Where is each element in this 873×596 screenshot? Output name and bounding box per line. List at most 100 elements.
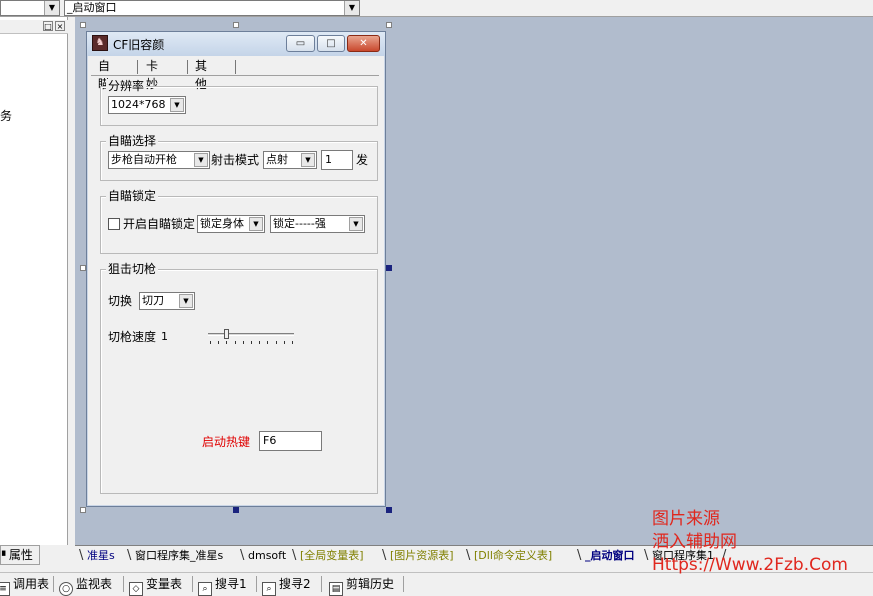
class-combo[interactable]: ▼: [0, 0, 60, 16]
form-window[interactable]: ♞ CF旧容颜 ▭ □ ✕ 自瞄 卡妙 其他 分辨率 1024*768 ▼ 自瞄…: [86, 31, 386, 507]
weapon-select[interactable]: 步枪自动开枪 ▼: [108, 151, 210, 169]
close-icon[interactable]: ×: [55, 21, 65, 31]
search2-label: 搜寻2: [279, 577, 311, 591]
call-table-icon: ≡: [0, 582, 10, 596]
resize-handle[interactable]: [80, 507, 86, 513]
tab-separator: \: [382, 548, 387, 563]
file-tab[interactable]: [图片资源表]: [390, 548, 454, 565]
resize-handle[interactable]: [386, 265, 392, 271]
resolution-group-label: 分辨率: [106, 79, 147, 93]
lock-strength-select[interactable]: 锁定-----强 ▼: [270, 215, 365, 233]
chevron-down-icon[interactable]: ▼: [344, 1, 359, 15]
hotkey-label: 启动热键: [202, 435, 251, 449]
file-tab[interactable]: 窗口程序集_准星s: [135, 548, 223, 565]
shot-count-unit: 发: [356, 153, 369, 167]
chevron-down-icon[interactable]: ▼: [249, 217, 263, 231]
resize-handle[interactable]: [233, 22, 239, 28]
property-icon: ▘: [2, 552, 9, 562]
switch-speed-value: 1: [161, 330, 168, 343]
tab-separator: \: [79, 548, 84, 563]
resize-handle[interactable]: [386, 22, 392, 28]
tab-separator: [187, 60, 188, 74]
aim-lock-group-label: 自瞄锁定: [106, 189, 159, 203]
tab-separator: [235, 60, 236, 74]
resize-handle[interactable]: [233, 507, 239, 513]
file-tab[interactable]: _启动窗口: [585, 548, 635, 565]
sniper-switch-group-label: 狙击切枪: [106, 262, 159, 276]
sniper-switch-group: 狙击切枪 切换 切刀 ▼ 切枪速度 1: [100, 262, 378, 494]
watch-table-label: 监视表: [76, 577, 113, 591]
tab-other[interactable]: 其他: [190, 57, 207, 91]
aim-lock-group: 自瞄锁定 开启自瞄锁定 锁定身体 ▼ 锁定-----强 ▼: [100, 189, 378, 254]
search1-label: 搜寻1: [215, 577, 247, 591]
slider-track: [208, 333, 294, 336]
resize-handle[interactable]: [80, 22, 86, 28]
clipboard-icon: ▤: [329, 582, 343, 596]
tab-underline: [91, 75, 379, 76]
slider-tick: [284, 341, 285, 344]
close-button[interactable]: ✕: [347, 35, 380, 52]
bottom-toolbar: ≡ 调用表 ○ 监视表 ◇ 变量表 ⌕ 搜寻1 ⌕ 搜寻2 ▤ 剪辑历史: [0, 572, 873, 596]
resolution-select[interactable]: 1024*768 ▼: [108, 96, 186, 114]
properties-tab[interactable]: ▘属性: [0, 545, 40, 565]
hotkey-input[interactable]: F6: [259, 431, 322, 451]
search-icon: ⌕: [198, 582, 212, 596]
search2-button[interactable]: ⌕ 搜寻2: [262, 576, 311, 596]
switch-select[interactable]: 切刀 ▼: [139, 292, 195, 310]
pin-icon[interactable]: □: [43, 21, 53, 31]
chevron-down-icon[interactable]: ▼: [349, 217, 363, 231]
file-tab[interactable]: [全局变量表]: [300, 548, 364, 565]
window-title: CF旧容颜: [113, 38, 165, 52]
aim-select-group-label: 自瞄选择: [106, 134, 159, 148]
slider-thumb[interactable]: [224, 329, 229, 339]
tab-card[interactable]: 卡妙: [141, 57, 158, 91]
watermark-line3: Https://Www.2Fzb.Com: [652, 555, 848, 575]
shot-count-input[interactable]: 1: [321, 150, 353, 170]
tab-aim[interactable]: 自瞄: [93, 57, 110, 91]
chevron-down-icon[interactable]: ▼: [301, 153, 315, 167]
watermark-line1: 图片来源: [652, 509, 720, 529]
slider-tick: [267, 341, 268, 344]
toolbar-separator: [321, 576, 322, 592]
slider-tick: [226, 341, 227, 344]
tab-separator: \: [644, 548, 649, 563]
enable-aim-lock-label[interactable]: 开启自瞄锁定: [123, 216, 195, 232]
title-bar[interactable]: ♞ CF旧容颜 ▭ □ ✕: [87, 32, 385, 56]
variable-table-button[interactable]: ◇ 变量表: [129, 576, 182, 596]
fire-mode-select[interactable]: 点射 ▼: [263, 151, 317, 169]
toolbar-separator: [123, 576, 124, 592]
watermark-line2: 洒入辅助网: [652, 532, 737, 552]
fire-mode-value: 点射: [266, 153, 288, 166]
properties-tab-label: 属性: [8, 548, 33, 562]
resize-handle[interactable]: [386, 507, 392, 513]
chevron-down-icon[interactable]: ▼: [179, 294, 193, 308]
lock-target-select[interactable]: 锁定身体 ▼: [197, 215, 265, 233]
tab-separator: \: [292, 548, 297, 563]
call-table-label: 调用表: [13, 577, 50, 591]
object-combo[interactable]: _启动窗口 ▼: [64, 0, 360, 16]
chevron-down-icon[interactable]: ▼: [194, 153, 208, 167]
switch-value: 切刀: [142, 294, 164, 307]
slider-tick: [243, 341, 244, 344]
search-icon: ⌕: [262, 582, 276, 596]
clip-history-button[interactable]: ▤ 剪辑历史: [329, 576, 395, 596]
maximize-button[interactable]: □: [317, 35, 345, 52]
tab-separator: \: [127, 548, 132, 563]
switch-speed-slider[interactable]: [208, 328, 294, 346]
enable-aim-lock-checkbox[interactable]: [108, 218, 120, 230]
clip-history-label: 剪辑历史: [346, 577, 395, 591]
tab-separator: \: [577, 548, 582, 563]
file-tab[interactable]: [Dll命令定义表]: [474, 548, 552, 565]
switch-speed-label: 切枪速度: [108, 330, 157, 344]
call-table-button[interactable]: ≡ 调用表: [0, 576, 50, 596]
left-panel: □ × 务: [0, 17, 68, 545]
chevron-down-icon[interactable]: ▼: [44, 1, 59, 15]
left-panel-header: □ ×: [0, 20, 68, 34]
chevron-down-icon[interactable]: ▼: [170, 98, 184, 112]
file-tab[interactable]: 准星s: [87, 548, 115, 565]
file-tab[interactable]: dmsoft: [248, 548, 286, 565]
search1-button[interactable]: ⌕ 搜寻1: [198, 576, 247, 596]
toolbar-separator: [192, 576, 193, 592]
minimize-button[interactable]: ▭: [286, 35, 315, 52]
watch-table-button[interactable]: ○ 监视表: [59, 576, 113, 596]
